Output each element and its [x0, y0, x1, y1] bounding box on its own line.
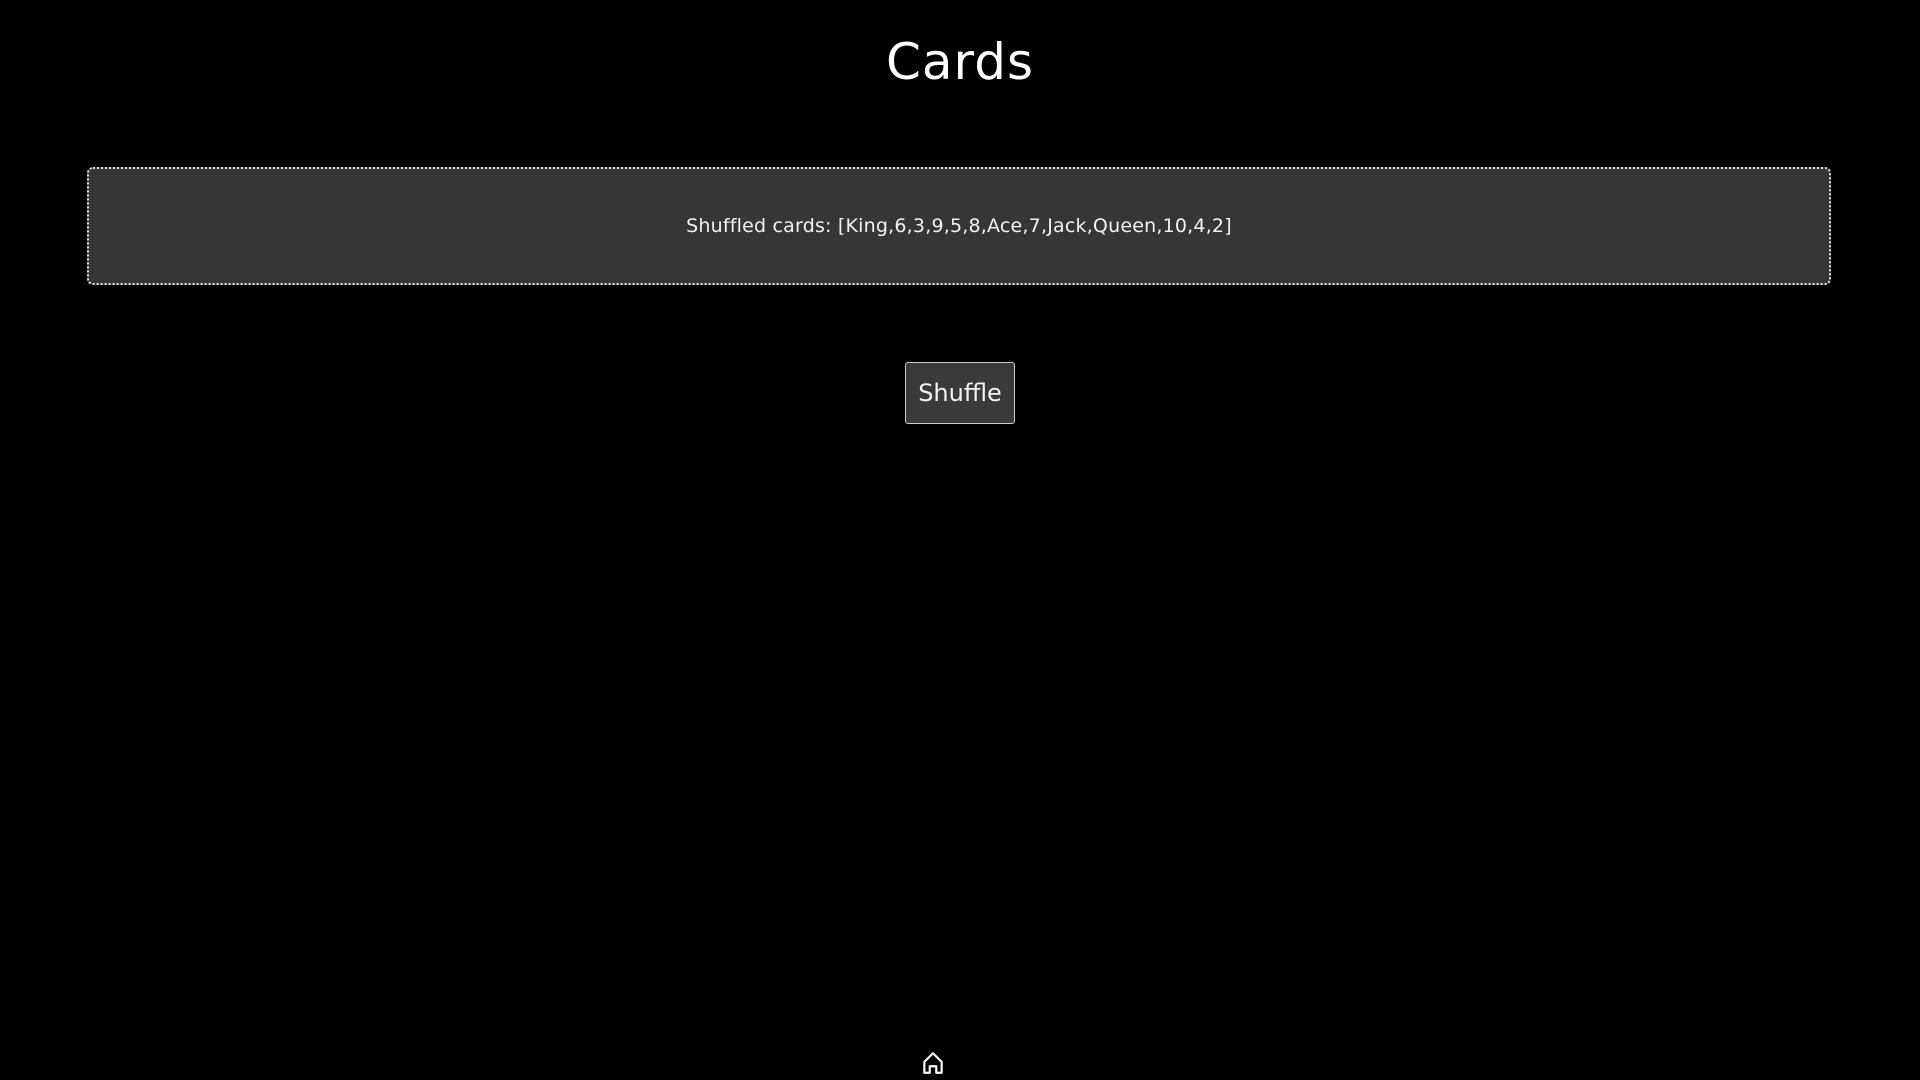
shuffled-cards-text: Shuffled cards: [King,6,3,9,5,8,Ace,7,Ja… — [686, 215, 1232, 237]
shuffled-cards-panel: Shuffled cards: [King,6,3,9,5,8,Ace,7,Ja… — [87, 167, 1831, 285]
home-icon[interactable] — [920, 1050, 946, 1076]
page-title: Cards — [885, 33, 1035, 91]
shuffle-button[interactable]: Shuffle — [905, 362, 1015, 424]
cards-page: Cards Shuffled cards: [King,6,3,9,5,8,Ac… — [0, 0, 1920, 1080]
